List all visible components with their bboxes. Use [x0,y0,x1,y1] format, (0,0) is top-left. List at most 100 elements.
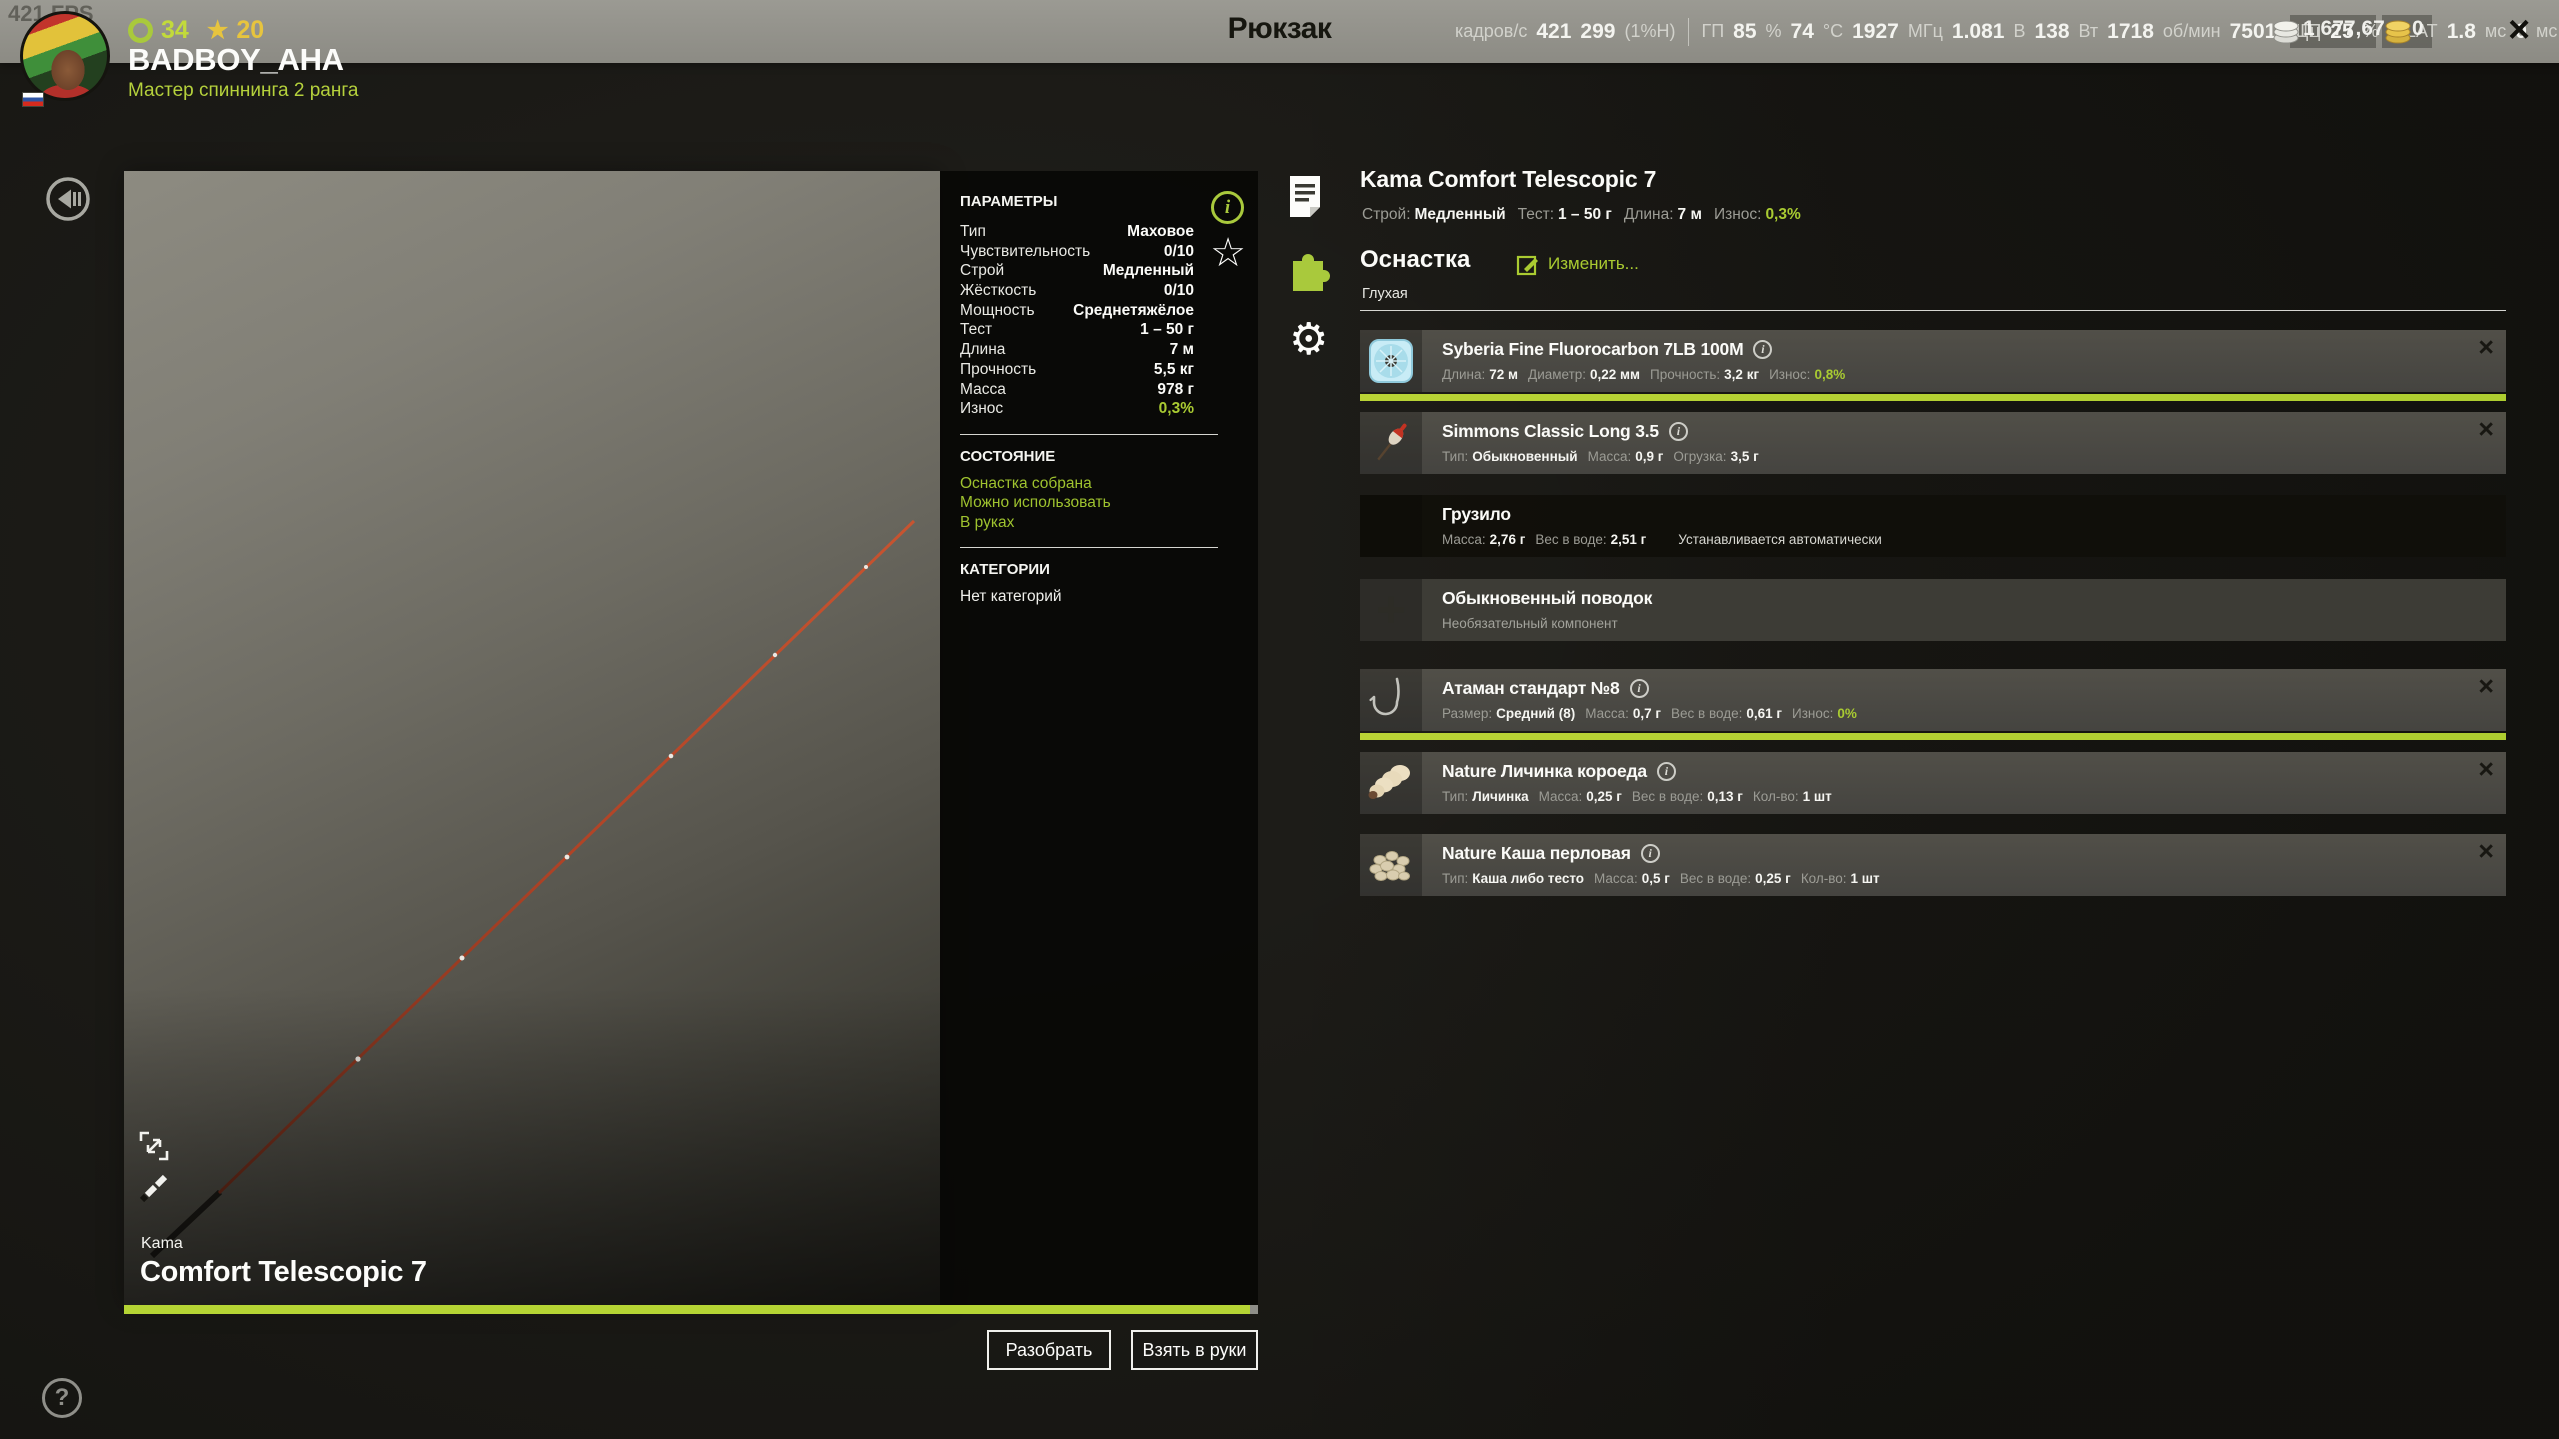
back-button[interactable] [45,176,91,227]
detail-tabs: ⚙ [1287,174,1333,384]
item-durability-bar [1360,394,2506,401]
parameter-value: 5,5 кг [1153,360,1194,378]
rod-preview-panel[interactable]: Kama Comfort Telescopic 7 [124,171,940,1305]
stat-token: 299 [1580,19,1616,43]
remove-item-button[interactable]: × [2478,754,2494,785]
spec-label: Тип: [1442,449,1469,464]
spec-value: 2,51 г [1610,532,1647,547]
rig-item-name: Simmons Classic Long 3.5 [1442,421,1659,441]
spec-label: Длина: [1442,367,1486,382]
spec-value: 3,2 кг [1724,367,1760,382]
info-icon[interactable]: i [1656,762,1676,781]
spec-label: Прочность: [1650,367,1721,382]
spec-value: 7 м [1677,206,1702,223]
take-in-hands-button[interactable]: Взять в руки [1131,1330,1258,1370]
spec-value: 0,22 мм [1590,367,1641,382]
avatar[interactable] [20,11,110,101]
spec-label: Масса: [1594,871,1638,886]
rig-item-row[interactable]: + Атаман стандарт №8 i Размер:Средний (8… [1360,669,2506,740]
silver-coins-icon [2273,20,2299,44]
remove-item-button[interactable]: × [2478,332,2494,363]
spec-value: Медленный [1414,206,1506,223]
parameter-label: Жёсткость [960,282,1037,300]
info-icon[interactable]: i [1668,422,1688,441]
rig-item-thumbnail: + [1360,412,1422,474]
rig-item-thumbnail: + [1360,669,1422,731]
parameter-value: 0/10 [1163,242,1194,260]
parameter-value: 0,3% [1158,400,1194,418]
spec-value: 0,7 г [1632,706,1662,721]
spec-label: Вес в воде: [1535,532,1607,547]
stat-token: 1.081 [1951,19,2005,43]
stat-token: 7501 [2229,19,2277,43]
tab-description[interactable] [1287,174,1333,225]
backpack-screen: 421 FPS Рюкзак 34 ★ 20 BADBOY_AHA Мастер… [0,0,2559,1439]
state-title: СОСТОЯНИЕ [960,447,1056,465]
tab-rig[interactable] [1287,247,1333,298]
expand-button[interactable] [138,1130,170,1167]
remove-item-button[interactable]: × [2478,414,2494,445]
spec-label: Кол-во: [1752,789,1799,804]
puzzle-icon [1293,254,1330,298]
info-icon[interactable]: i [1640,844,1660,863]
parameter-value: Маховое [1127,223,1194,240]
rig-item-specs: Необязательный компонент [1442,616,2506,631]
divider [960,547,1218,549]
spec-label: Вес в воде: [1631,789,1704,804]
russia-flag-icon [22,92,44,107]
parameter-label: Масса [960,380,1006,398]
rig-items-list: + Syberia Fine Fluorocarbon 7LB 100M i Д… [1360,330,2506,916]
disassemble-button[interactable]: Разобрать [987,1330,1111,1370]
rig-item-row[interactable]: + Syberia Fine Fluorocarbon 7LB 100M i Д… [1360,330,2506,401]
rig-item-body: Syberia Fine Fluorocarbon 7LB 100M i Дли… [1422,330,2506,392]
player-name: BADBOY_AHA [128,42,344,77]
state-items: Оснастка собрана Можно использовать В рука… [960,475,1258,534]
remove-item-button[interactable]: × [2478,671,2494,702]
parameter-label: Строй [960,262,1005,280]
parameter-value: Среднетяжёлое [1073,301,1194,319]
info-icon[interactable]: i [1211,191,1244,224]
hook-icon [1369,677,1400,716]
spec-value: 2,76 г [1489,532,1526,547]
rig-item-specs: Тип: Каша либо тесто Масса: 0,5 г Вес в воде… [1442,871,2506,886]
rig-item-row[interactable]: + Nature Личинка короеда i Тип:Личинка Ма… [1360,752,2506,814]
document-icon [1290,176,1320,217]
parameter-value: Медленный [1102,262,1194,280]
spec-label: Диаметр: [1528,367,1587,382]
remove-item-button[interactable]: × [2478,836,2494,867]
close-icon[interactable]: × [2508,6,2530,54]
help-button[interactable]: ? [42,1378,82,1418]
rig-item-row[interactable]: + Simmons Classic Long 3.5 i Тип:Обыкнов… [1360,412,2506,474]
stat-token: ГП [1701,21,1725,41]
spec-label: Износ: [1713,206,1762,223]
parameter-value: 978 г [1157,380,1194,398]
spec-value: 0,8% [1814,367,1846,382]
rig-edit-link[interactable]: Изменить... [1516,252,1639,276]
info-icon[interactable]: i [1629,679,1649,698]
spec-label: Масса: [1585,706,1629,721]
rig-item-row[interactable]: + Обыкновенный поводок Необязательный ко… [1360,579,2506,641]
rig-item-row[interactable]: + Nature Каша перловая i Тип:Каша либо т… [1360,834,2506,896]
spec-label: Вес в воде: [1671,706,1743,721]
tab-settings[interactable]: ⚙ [1289,318,1333,362]
info-icon[interactable]: i [1753,340,1773,359]
spec-label: Масса: [1587,449,1632,464]
line-spool-icon [1369,339,1413,383]
rod-tool-button[interactable] [138,1172,170,1209]
spec-value: Средний (8) [1496,706,1576,721]
spec-value: 1 – 50 г [1558,206,1612,223]
spec-value: 0,25 г [1755,871,1791,886]
rod-brand: Kama [141,1235,183,1252]
stat-token: кадров/с [1455,21,1528,41]
float-icon [1377,423,1407,461]
spec-value: 3,5 г [1730,449,1759,464]
stat-token: 85 [1733,19,1757,43]
state-item: Можно использовать [960,494,1111,512]
rig-item-name: Nature Личинка короеда [1442,761,1647,781]
larva-icon [1368,765,1410,799]
gold-star-icon: ★ [206,17,229,44]
parameter-label: Прочность [960,360,1037,378]
rig-item-name: Обыкновенный поводок [1442,588,1653,608]
rig-item-row[interactable]: + Грузило Масса:2,76 г Вес в воде:2,51 г У… [1360,495,2506,557]
favorite-star-icon[interactable]: ☆ [1210,233,1246,273]
